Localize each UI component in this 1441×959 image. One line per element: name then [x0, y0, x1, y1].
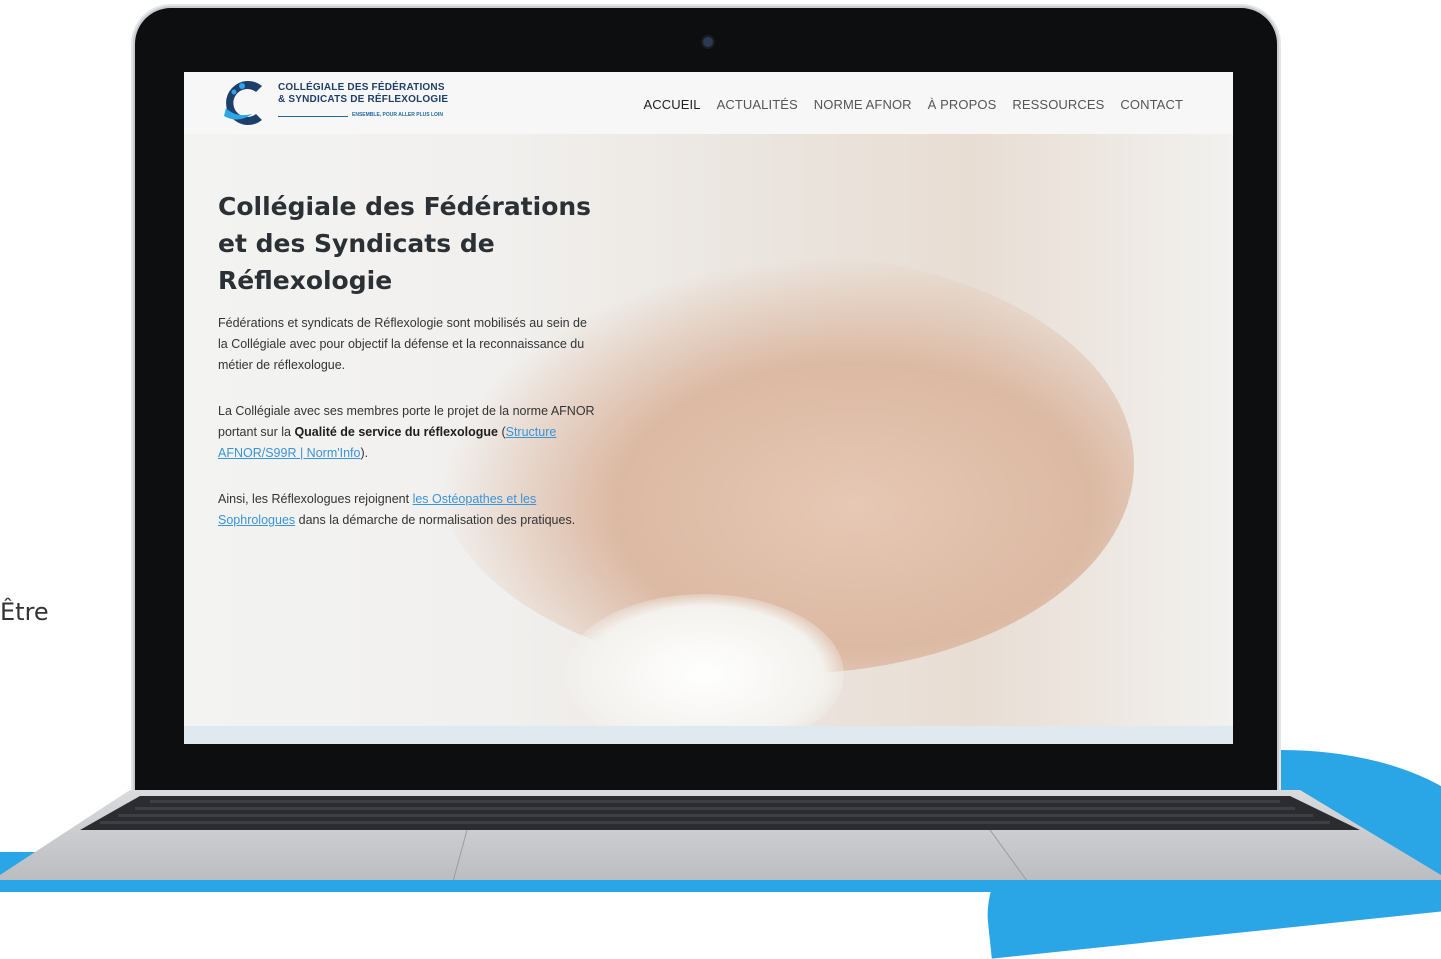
nav-contact[interactable]: CONTACT [1120, 97, 1183, 112]
nav-actualites[interactable]: ACTUALITÉS [717, 97, 798, 112]
title-line1: Collégiale des Fédérations [218, 192, 592, 221]
nav-ressources[interactable]: RESSOURCES [1012, 97, 1104, 112]
logo-icon[interactable] [218, 78, 270, 128]
intro-paragraph: Fédérations et syndicats de Réflexologie… [218, 316, 587, 372]
normalisation-paragraph: Ainsi, les Réflexologues rejoignent les … [218, 489, 598, 531]
side-caption: Être [0, 598, 49, 626]
afnor-text-c: ). [360, 446, 369, 460]
laptop-screen: COLLÉGIALE DES FÉDÉRATIONS & SYNDICATS D… [184, 72, 1233, 744]
afnor-paragraph: La Collégiale avec ses membres porte le … [218, 401, 598, 464]
laptop-keyboard-base [0, 790, 1441, 892]
afnor-text-b: ( [497, 425, 506, 439]
norm-text-a: Ainsi, les Réflexologues rejoignent [218, 492, 413, 506]
afnor-bold: Qualité de service du réflexologue [294, 425, 498, 439]
camera-icon [703, 37, 713, 47]
page-title: Collégiale des Fédérations et des Syndic… [218, 188, 598, 299]
logo-tagline: ENSEMBLE, POUR ALLER PLUS LOIN [352, 112, 443, 118]
logo-title-line1: COLLÉGIALE DES FÉDÉRATIONS [278, 82, 445, 93]
nav-a-propos[interactable]: À PROPOS [928, 97, 997, 112]
towel-photo [564, 594, 844, 744]
hero-content: Collégiale des Fédérations et des Syndic… [218, 188, 598, 556]
logo-title-line2: & SYNDICATS DE RÉFLEXOLOGIE [278, 94, 449, 105]
logo-divider [278, 116, 348, 117]
main-nav: ACCUEIL ACTUALITÉS NORME AFNOR À PROPOS … [644, 97, 1183, 112]
site-header: COLLÉGIALE DES FÉDÉRATIONS & SYNDICATS D… [184, 72, 1233, 134]
title-line3: Réflexologie [218, 266, 393, 295]
nav-norme-afnor[interactable]: NORME AFNOR [814, 97, 912, 112]
nav-accueil[interactable]: ACCUEIL [644, 97, 701, 112]
title-line2: et des Syndicats de [218, 229, 495, 258]
hero-bottom-strip [184, 726, 1233, 744]
norm-text-b: dans la démarche de normalisation des pr… [295, 513, 576, 527]
